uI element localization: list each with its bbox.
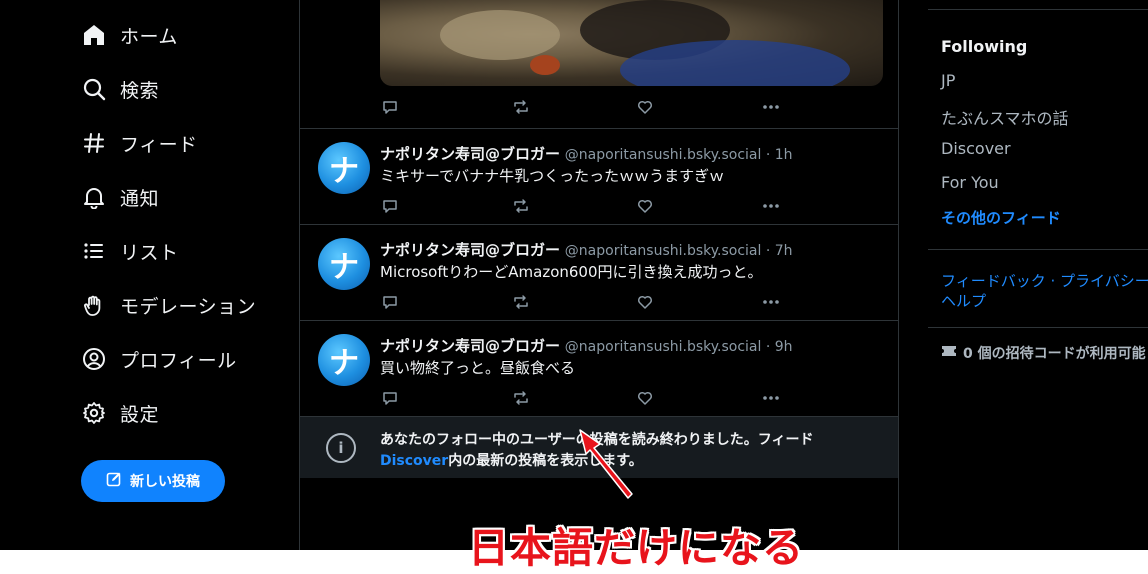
nav-item-settings[interactable]: 設定 [80,393,159,433]
footer-links: フィードバック · プライバシー ヘルプ [941,271,1148,311]
reply-icon[interactable] [380,196,400,216]
post-actions [380,388,790,408]
like-icon[interactable] [635,196,655,216]
nav-label-lists: リスト [120,241,179,264]
invite-text: 0 個の招待コードが利用可能 [963,346,1146,362]
more-feeds-link[interactable]: その他のフィード [941,207,1061,228]
nav-item-lists[interactable]: リスト [80,231,179,271]
nav-label-profile: プロフィール [120,349,237,372]
more-icon[interactable] [761,196,781,216]
more-icon[interactable] [761,97,781,117]
ticket-icon [941,345,957,361]
like-icon[interactable] [635,97,655,117]
like-icon[interactable] [635,292,655,312]
post-time[interactable]: 7h [775,243,793,259]
author-name[interactable]: ナポリタン寿司@ブロガー [380,241,560,259]
post-header: ナポリタン寿司@ブロガー @naporitansushi.bsky.social… [380,335,793,356]
divider [928,327,1148,328]
post-text: ミキサーでバナナ牛乳つくったったｗｗうますぎｗ [380,167,725,185]
info-icon: i [326,433,356,463]
repost-icon[interactable] [511,196,531,216]
reply-icon[interactable] [380,388,400,408]
nav-label-settings: 設定 [120,403,160,426]
feedback-link[interactable]: フィードバック [941,272,1046,290]
feed-link-for-you[interactable]: For You [941,173,999,192]
post-actions [380,97,790,117]
author-handle[interactable]: @naporitansushi.bsky.social [565,243,762,259]
post-text: 買い物終了っと。昼飯食べる [380,359,576,377]
search-icon [80,75,108,103]
feed-post[interactable]: ナ ナポリタン寿司@ブロガー @naporitansushi.bsky.soci… [300,224,898,320]
post-actions [380,196,790,216]
nav-item-search[interactable]: 検索 [80,69,159,109]
right-sidebar: Following JP たぶんスマホの話 Discover For You そ… [928,0,1148,550]
repost-icon[interactable] [511,292,531,312]
meta-separator: · [761,339,775,355]
avatar[interactable]: ナ [318,334,370,386]
author-name[interactable]: ナポリタン寿司@ブロガー [380,337,560,355]
nav-item-feeds[interactable]: フィード [80,123,198,163]
meta-separator: · [761,243,775,259]
more-icon[interactable] [761,388,781,408]
avatar[interactable]: ナ [318,142,370,194]
gear-icon [80,399,108,427]
post-image[interactable] [380,0,883,86]
annotation-arrow [579,429,633,499]
author-handle[interactable]: @naporitansushi.bsky.social [565,339,762,355]
post-time[interactable]: 1h [775,147,793,163]
feed-post[interactable]: ナ ナポリタン寿司@ブロガー @naporitansushi.bsky.soci… [300,320,898,416]
nav-item-moderation[interactable]: モデレーション [80,285,256,325]
user-icon [80,345,108,373]
nav-item-profile[interactable]: プロフィール [80,339,237,379]
divider [928,249,1148,250]
meta-separator: · [761,147,775,163]
more-icon[interactable] [761,292,781,312]
footer-separator: · [1045,272,1061,290]
reply-icon[interactable] [380,97,400,117]
privacy-link[interactable]: プライバシー [1060,272,1148,290]
post-header: ナポリタン寿司@ブロガー @naporitansushi.bsky.social… [380,143,793,164]
new-post-button[interactable]: 新しい投稿 [81,460,225,502]
feed-link-smartphone[interactable]: たぶんスマホの話 [941,105,1069,129]
nav-label-moderation: モデレーション [120,295,257,318]
edit-icon [106,471,122,491]
like-icon[interactable] [635,388,655,408]
repost-icon[interactable] [511,97,531,117]
feed-link-jp[interactable]: JP [941,71,955,90]
hashtag-icon [80,129,108,157]
post-actions [380,292,790,312]
home-icon [80,21,108,49]
feed-post[interactable]: ナ ナポリタン寿司@ブロガー @naporitansushi.bsky.soci… [300,128,898,224]
reply-icon[interactable] [380,292,400,312]
feed-link-discover[interactable]: Discover [941,139,1011,158]
nav-item-home[interactable]: ホーム [80,15,178,55]
nav-label-feeds: フィード [120,133,198,156]
post-text: MicrosoftりわーどAmazon600円に引き換え成功っと。 [380,263,763,281]
avatar[interactable]: ナ [318,238,370,290]
author-name[interactable]: ナポリタン寿司@ブロガー [380,145,560,163]
list-icon [80,237,108,265]
annotation-caption: 日本語だけになる [468,524,804,572]
repost-icon[interactable] [511,388,531,408]
nav-label-home: ホーム [120,25,178,48]
post-header: ナポリタン寿司@ブロガー @naporitansushi.bsky.social… [380,239,793,260]
new-post-label: 新しい投稿 [130,474,200,490]
divider [928,9,1148,10]
discover-link[interactable]: Discover [380,453,448,469]
post-time[interactable]: 9h [775,339,793,355]
invite-codes[interactable]: 0 個の招待コードが利用可能 [941,343,1146,363]
bell-icon [80,183,108,211]
feeds-title[interactable]: Following [941,37,1027,56]
left-nav: ホーム 検索 フィード 通知 リスト モデレーション プロフィール 設定 新しい… [0,0,300,550]
hand-icon [80,291,108,319]
author-handle[interactable]: @naporitansushi.bsky.social [565,147,762,163]
nav-item-notifications[interactable]: 通知 [80,177,159,217]
nav-label-search: 検索 [120,79,160,102]
help-link[interactable]: ヘルプ [941,292,986,310]
nav-label-notifications: 通知 [120,187,160,210]
app-window: ホーム 検索 フィード 通知 リスト モデレーション プロフィール 設定 新しい… [0,0,1148,550]
